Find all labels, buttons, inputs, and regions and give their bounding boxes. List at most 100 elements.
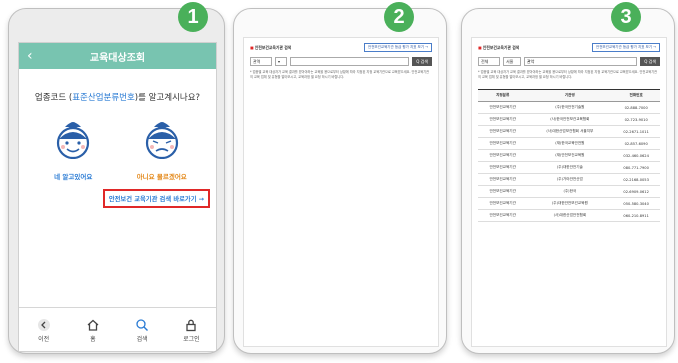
table-row[interactable]: 안전보건교육기관 (주)가야안전산업 02-2168-0053	[478, 173, 660, 186]
search-bar: 관역 ▾ Q 검색	[250, 57, 432, 66]
table-cell: 안전보건교육기관	[478, 161, 528, 174]
table-cell: (주)가야안전산업	[527, 173, 613, 186]
table-header-row: 지정분류 기관명 전화번호	[478, 89, 660, 102]
question-text: 업종코드 (표준산업분류번호)를 알고계시나요?	[19, 91, 216, 103]
search-button[interactable]: Q 검색	[640, 57, 660, 66]
lock-icon	[186, 319, 197, 332]
nav-login-label: 로그인	[183, 336, 200, 343]
table-cell: (주)대한안전보건교육원	[527, 197, 613, 210]
nav-back-label: 이전	[38, 336, 50, 343]
nav-home-label: 홈	[90, 336, 96, 343]
step-badge-2: 2	[384, 2, 414, 32]
search-input[interactable]: 관악	[524, 57, 638, 66]
table-cell: 안전보건교육기관	[478, 113, 528, 126]
page-title: 교육대상조회	[89, 52, 146, 64]
question-suffix: )를 알고계시나요?	[134, 93, 201, 103]
table-row[interactable]: 안전보건교육기관 (주)대한안전기술 080-771-7900	[478, 161, 660, 174]
rating-index-button[interactable]: 안전보건교육기관 등급 평가 지표 보기 →	[591, 43, 660, 52]
table-cell: 02-857-6090	[612, 137, 660, 150]
region-select[interactable]: 서울	[503, 57, 521, 66]
table-row[interactable]: 안전보건교육기관 (사)한국안전보건교육협회 02-723-9010	[478, 113, 660, 126]
table-cell: 02-6909-0612	[612, 185, 660, 198]
happy-face-icon	[57, 122, 90, 160]
table-cell: 060-210-8911	[612, 209, 660, 222]
search-icon	[136, 319, 149, 331]
table-row[interactable]: 안전보건교육기관 (사)대한산업보건협회 서울지부 02-2671-1011	[478, 125, 660, 138]
section-header: 안전보건교육기관 검색 안전보건교육기관 등급 평가 지표 보기 →	[250, 43, 432, 52]
search-note: * 업종별 교육 대상자가 교육 결과를 받아야하는 교육을 용으로부터 상황에…	[478, 70, 658, 79]
step-badge-1: 1	[178, 2, 208, 32]
search-button[interactable]: Q 검색	[412, 57, 432, 66]
phone-screen-2: 안전보건교육기관 검색 안전보건교육기관 등급 평가 지표 보기 → 관역 ▾ …	[233, 8, 447, 354]
results-table: 지정분류 기관명 전화번호 안전보건교육기관 (주)한국안전기술원 02-888-7…	[478, 89, 660, 222]
table-cell: 02-723-9010	[612, 113, 660, 126]
no-option[interactable]: 아니요 몰르겠어요	[122, 119, 202, 181]
section-title: 안전보건교육기관 검색	[478, 45, 519, 51]
section-title: 안전보건교육기관 검색	[250, 45, 291, 51]
table-cell: (사)대한산업안전협회	[527, 209, 613, 222]
bottom-navigation: 이전 홈 검색 로그인	[19, 307, 216, 351]
table-cell: 02-2671-1011	[612, 125, 660, 138]
table-cell: 02-2168-0053	[612, 173, 660, 186]
search-note: * 업종별 교육 대상자가 교육 결과를 받아야하는 교육을 용으로부터 상황에…	[250, 70, 430, 79]
link-text: 안전보건 교육기관 검색	[108, 196, 174, 203]
nav-back[interactable]: 이전	[24, 316, 64, 343]
table-cell: (재)한국교육안전원	[527, 137, 613, 150]
table-row[interactable]: 안전보건교육기관 (주)대한안전보건교육원 050-580-3040	[478, 197, 660, 210]
yes-label: 네 알고있어요	[54, 173, 93, 181]
home-icon	[87, 319, 99, 331]
nav-login[interactable]: 로그인	[171, 316, 211, 343]
district-select[interactable]: ▾	[275, 57, 287, 66]
table-row[interactable]: 안전보건교육기관 (사)대한산업안전협회 060-210-8911	[478, 209, 660, 222]
table-cell: 안전보건교육기관	[478, 209, 528, 222]
nav-search[interactable]: 검색	[122, 316, 162, 343]
phone-screen-3: 안전보건교육기관 검색 안전보건교육기관 등급 평가 지표 보기 → 전체 서울…	[461, 8, 675, 354]
search-bar: 전체 서울 관악 Q 검색	[478, 57, 660, 66]
table-cell: (주)대한안전기술	[527, 161, 613, 174]
table-row[interactable]: 안전보건교육기관 (재)안전보건교육원 032-460-0624	[478, 149, 660, 162]
screen-search-results: 안전보건교육기관 검색 안전보건교육기관 등급 평가 지표 보기 → 전체 서울…	[471, 37, 667, 347]
chevron-left-icon[interactable]: ‹	[27, 47, 33, 65]
table-cell: (주)한국안전기술원	[527, 101, 613, 114]
industry-code-link[interactable]: 표준산업분류번호	[72, 93, 135, 103]
table-cell: 안전보건교육기관	[478, 149, 528, 162]
table-cell: 080-771-7900	[612, 161, 660, 174]
table-cell: 032-460-0624	[612, 149, 660, 162]
app-header: ‹ 교육대상조회	[19, 43, 216, 69]
table-cell: (재)안전보건교육원	[527, 149, 613, 162]
table-cell: 안전보건교육기관	[478, 137, 528, 150]
table-cell: (사)한국안전보건교육협회	[527, 113, 613, 126]
column-header: 전화번호	[612, 89, 660, 102]
question-prefix: 업종코드 (	[34, 93, 73, 103]
table-row[interactable]: 안전보건교육기관 (주)한국안전기술원 02-888-7000	[478, 101, 660, 114]
nav-home[interactable]: 홈	[73, 316, 113, 343]
step-badge-3: 3	[611, 2, 641, 32]
table-row[interactable]: 안전보건교육기관 (주)한국 02-6909-0612	[478, 185, 660, 198]
table-cell: 안전보건교육기관	[478, 185, 528, 198]
phone-screen-1: ‹ 교육대상조회 업종코드 (표준산업분류번호)를 알고계시나요? 네 알고있어…	[8, 8, 225, 354]
rating-index-button[interactable]: 안전보건교육기관 등급 평가 지표 보기 →	[363, 43, 432, 52]
link-go: 바로가기 →	[173, 196, 204, 203]
no-label: 아니요 몰르겠어요	[136, 173, 187, 181]
education-institution-search-link[interactable]: 안전보건 교육기관 검색 바로가기 →	[102, 189, 210, 208]
screen-education-target: ‹ 교육대상조회 업종코드 (표준산업분류번호)를 알고계시나요? 네 알고있어…	[18, 42, 217, 352]
chevron-left-circle-icon	[37, 319, 50, 331]
table-cell: 안전보건교육기관	[478, 125, 528, 138]
nav-search-label: 검색	[136, 336, 148, 343]
table-cell: (주)한국	[527, 185, 613, 198]
answer-options: 네 알고있어요 아니요 몰르겠어요	[19, 119, 216, 181]
region-select[interactable]: 관역	[250, 57, 272, 66]
table-cell: (사)대한산업보건협회 서울지부	[527, 125, 613, 138]
yes-option[interactable]: 네 알고있어요	[33, 119, 113, 181]
table-cell: 안전보건교육기관	[478, 173, 528, 186]
search-input[interactable]	[290, 57, 410, 66]
worried-face-icon	[145, 122, 178, 160]
table-row[interactable]: 안전보건교육기관 (재)한국교육안전원 02-857-6090	[478, 137, 660, 150]
table-cell: 안전보건교육기관	[478, 197, 528, 210]
column-header: 기관명	[527, 89, 613, 102]
table-cell: 02-888-7000	[612, 101, 660, 114]
column-header: 지정분류	[478, 89, 528, 102]
type-select[interactable]: 전체	[478, 57, 500, 66]
section-header: 안전보건교육기관 검색 안전보건교육기관 등급 평가 지표 보기 →	[478, 43, 660, 52]
table-cell: 안전보건교육기관	[478, 101, 528, 114]
